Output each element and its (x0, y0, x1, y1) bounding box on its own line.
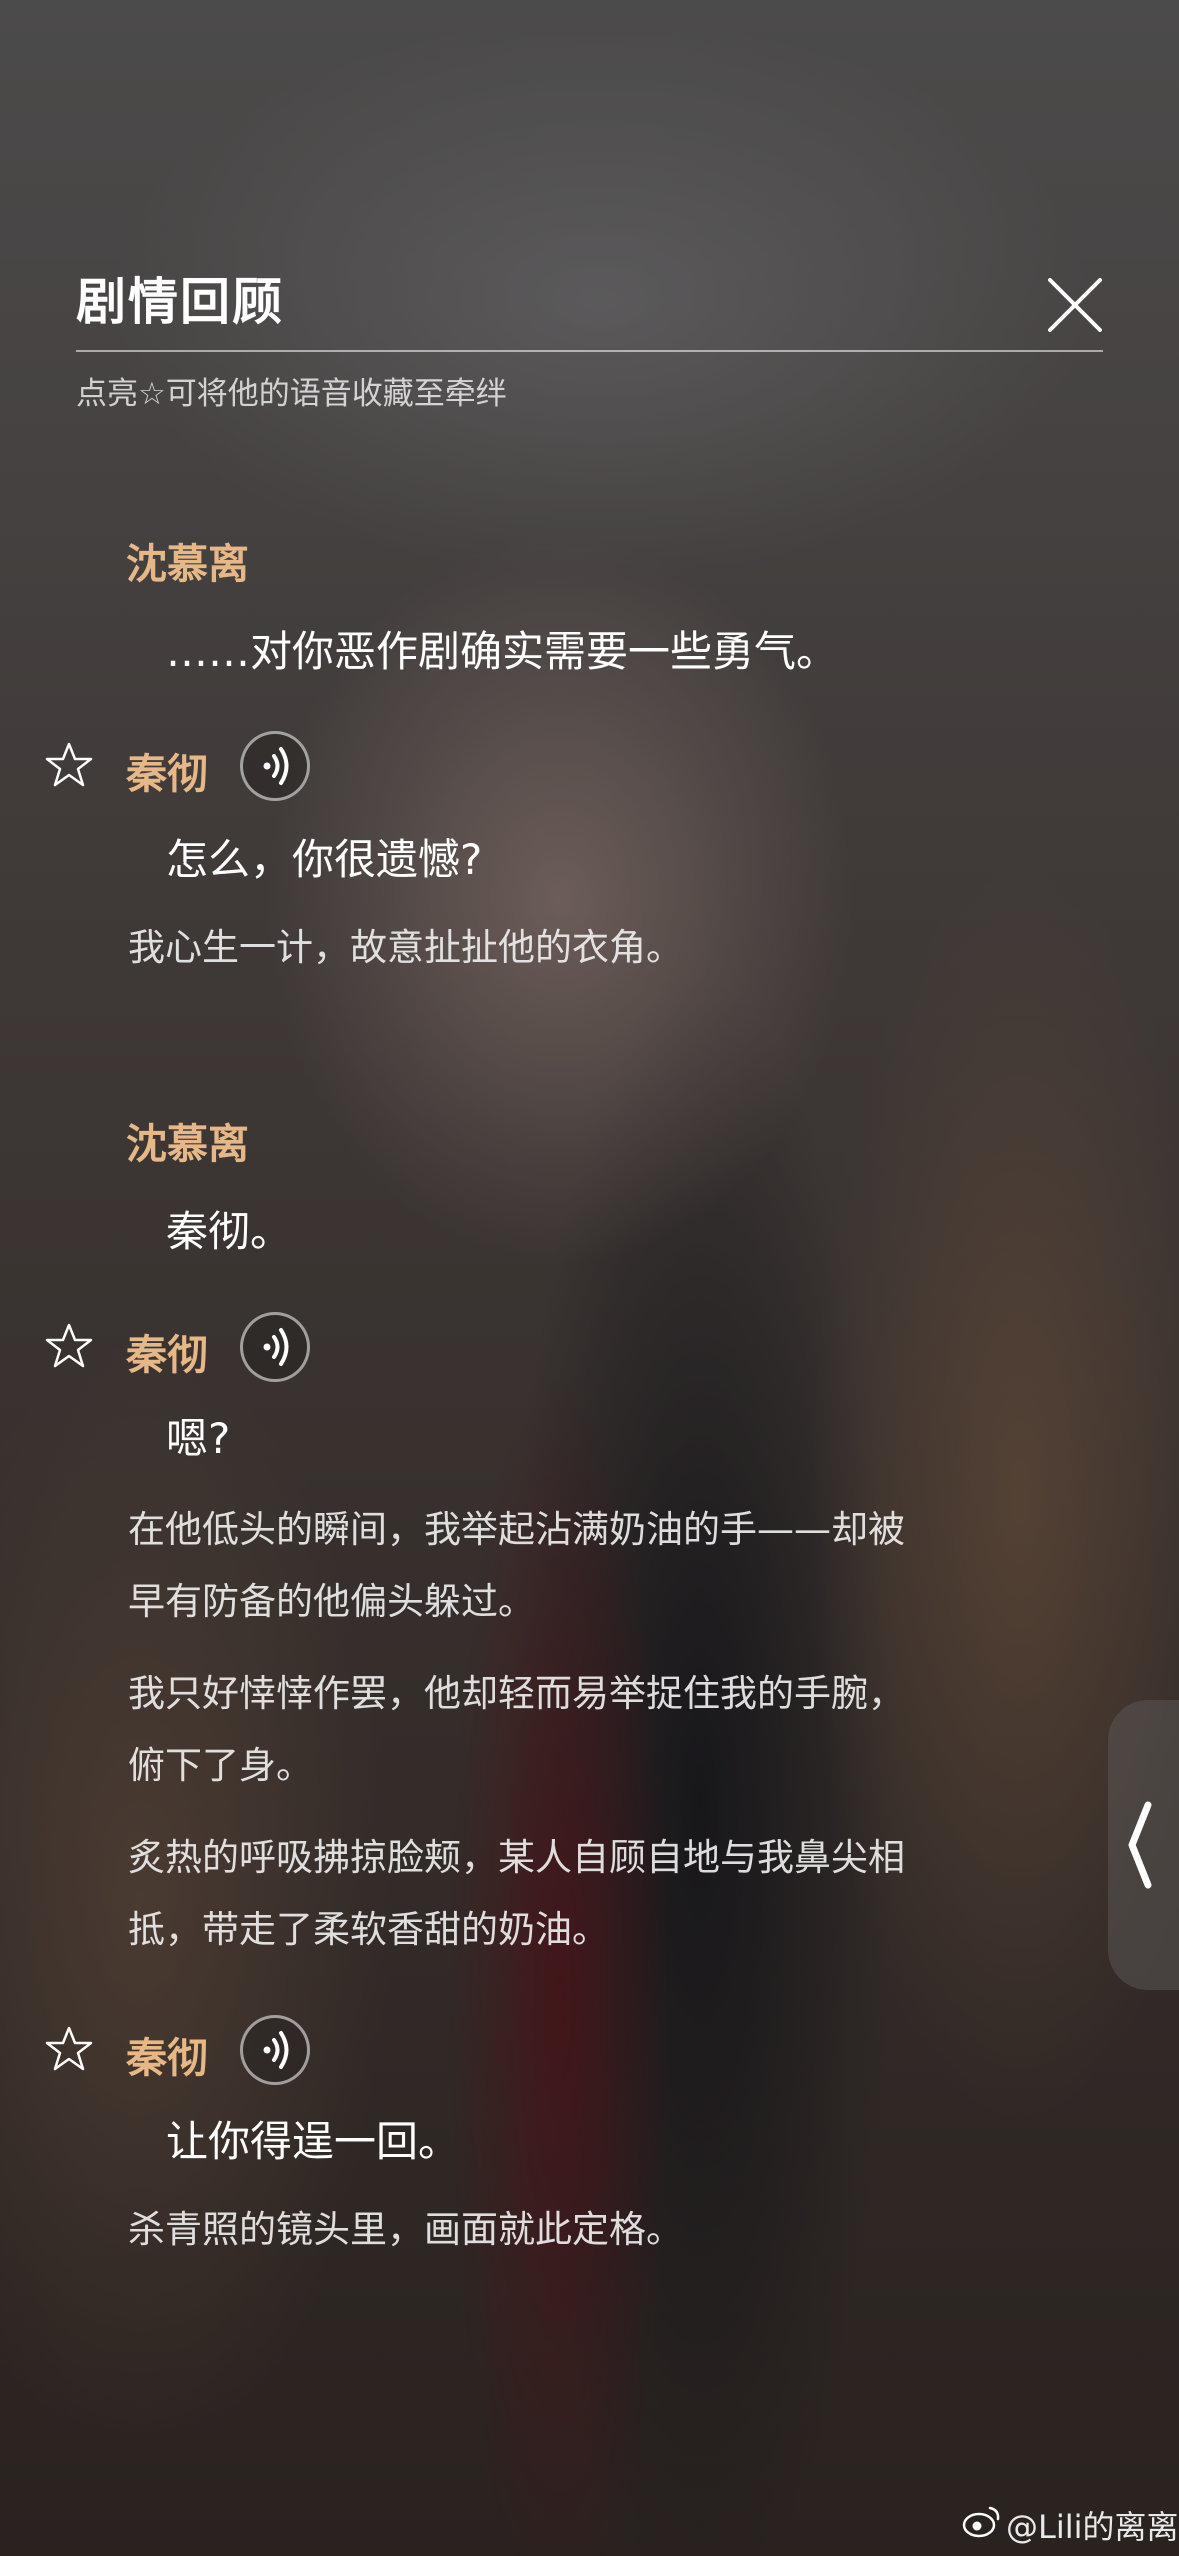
favorite-star-button[interactable] (44, 740, 94, 790)
dialogue-line: 怎么，你很遗憾? (166, 835, 483, 884)
speaker-name: 秦彻 (126, 2034, 208, 2082)
favorite-star-button[interactable] (44, 2024, 94, 2074)
speaker-name: 沈慕离 (126, 540, 249, 588)
narration-text: 我心生一计，故意扯扯他的衣角。 (128, 926, 683, 969)
voice-play-icon (263, 2031, 289, 2069)
narration-line: 炙热的呼吸拂掠脸颊，某人自顾自地与我鼻尖相 (128, 1836, 905, 1879)
speaker-name: 秦彻 (126, 1331, 208, 1379)
dialogue-line: 让你得逞一回。 (166, 2117, 461, 2166)
voice-play-button[interactable] (240, 731, 310, 801)
weibo-logo-icon (962, 2506, 1000, 2538)
narration-line: 抵，带走了柔软香甜的奶油。 (128, 1908, 609, 1951)
dialogue-line: 嗯? (166, 1414, 231, 1463)
voice-play-icon (263, 747, 289, 785)
narration-line: 早有防备的他偏头躲过。 (128, 1580, 535, 1623)
story-review-panel[interactable]: 剧情回顾 点亮☆可将他的语音收藏至牵绊 沈慕离 ……对你恶作剧确实需要一些勇气。… (0, 0, 1179, 2556)
voice-play-button[interactable] (240, 2015, 310, 2085)
header-divider (76, 350, 1103, 352)
watermark-text: @Lili的离离 (1006, 2508, 1179, 2546)
narration-line: 在他低头的瞬间，我举起沾满奶油的手——却被 (128, 1508, 905, 1551)
star-outline-icon (45, 742, 93, 787)
hint-text: 点亮☆可将他的语音收藏至牵绊 (76, 376, 507, 412)
narration-text: 杀青照的镜头里，画面就此定格。 (128, 2208, 683, 2251)
voice-play-icon (263, 1328, 289, 1366)
dialogue-line: ……对你恶作剧确实需要一些勇气。 (166, 627, 839, 676)
panel-header: 剧情回顾 (76, 262, 1103, 334)
star-outline-icon (45, 2026, 93, 2071)
favorite-star-button[interactable] (44, 1321, 94, 1371)
narration-text: 在他低头的瞬间，我举起沾满奶油的手——却被 早有防备的他偏头躲过。 (128, 1494, 1078, 1638)
close-button[interactable] (1044, 274, 1106, 336)
narration-line: 我只好悻悻作罢，他却轻而易举捉住我的手腕， (128, 1672, 905, 1715)
narration-text: 我只好悻悻作罢，他却轻而易举捉住我的手腕， 俯下了身。 (128, 1658, 1078, 1802)
narration-text: 炙热的呼吸拂掠脸颊，某人自顾自地与我鼻尖相 抵，带走了柔软香甜的奶油。 (128, 1822, 1078, 1966)
voice-play-button[interactable] (240, 1312, 310, 1382)
page-title: 剧情回顾 (76, 272, 284, 331)
speaker-name: 秦彻 (126, 750, 208, 798)
side-panel-toggle[interactable] (1108, 1700, 1179, 1990)
narration-line: 俯下了身。 (128, 1744, 313, 1787)
dialogue-line: 秦彻。 (166, 1207, 293, 1256)
star-outline-icon (45, 1323, 93, 1368)
speaker-name: 沈慕离 (126, 1120, 249, 1168)
close-icon (1048, 278, 1102, 332)
chevron-left-icon (1128, 1801, 1152, 1889)
